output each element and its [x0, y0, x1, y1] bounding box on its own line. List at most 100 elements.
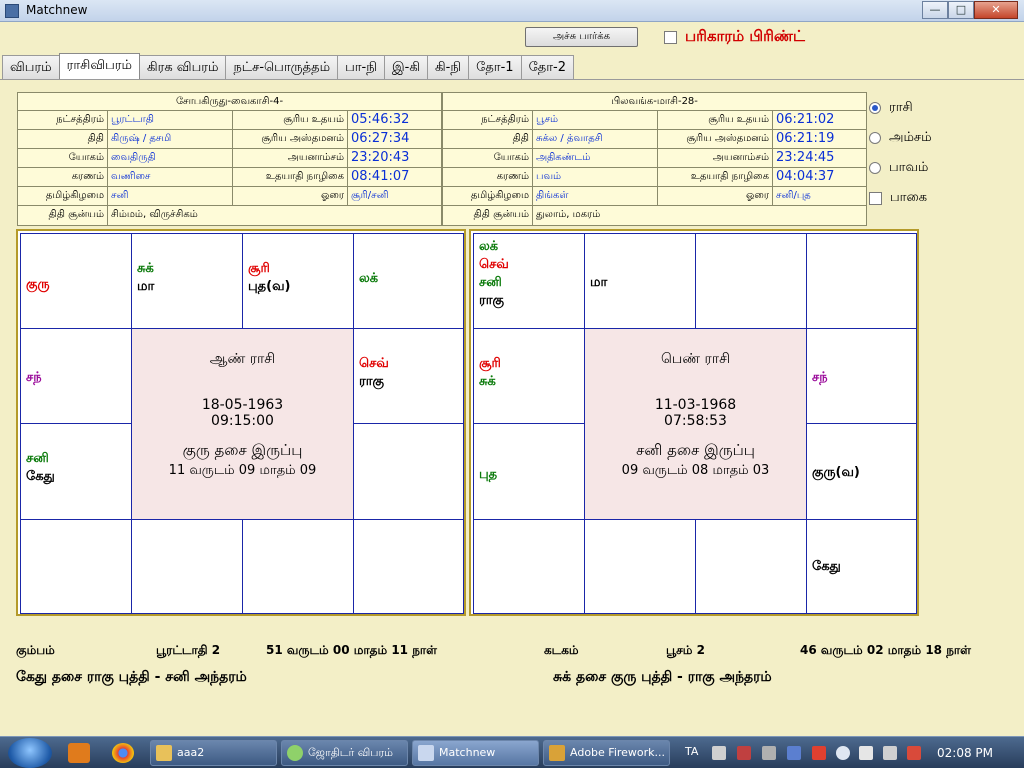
house-cell — [695, 233, 807, 329]
ayanamsam-value: 23:24:45 — [776, 150, 835, 165]
minimize-button[interactable]: — — [922, 1, 948, 19]
ayanamsam-value: 23:20:43 — [351, 150, 410, 165]
remedy-print-option[interactable]: பரிகாரம் பிரிண்ட் — [664, 27, 805, 47]
bluetooth-icon[interactable] — [787, 746, 801, 760]
tray-icon[interactable] — [762, 746, 776, 760]
tray-icon[interactable] — [712, 746, 726, 760]
table-row: யோகம் வைதிருதி அயனாம்சம் 23:20:43 — [18, 149, 441, 168]
house-cell — [584, 519, 696, 614]
planet-label: குரு(வ) — [812, 465, 860, 480]
fireworks-icon — [549, 745, 565, 761]
house-cell: குரு(வ) — [806, 423, 917, 520]
female-panchang-table: பிலவங்க-மாசி-28- நட்சத்திரம் பூசம் சூரிய… — [442, 92, 867, 226]
bhavam-option[interactable]: பாவம் — [869, 153, 932, 183]
female-star-pada: பூசம் 2 — [666, 643, 705, 657]
thithi-label: திதி — [443, 130, 533, 148]
maximize-button[interactable]: □ — [948, 1, 974, 19]
chrome-icon[interactable] — [112, 743, 134, 763]
house-cell: புத — [473, 423, 585, 520]
planet-label: சனி — [479, 275, 502, 290]
tray-icon[interactable] — [812, 746, 826, 760]
yogam-label: யோகம் — [18, 149, 108, 167]
start-button[interactable] — [8, 738, 52, 768]
dasa-balance: சனி தசை இருப்பு — [636, 441, 755, 459]
house-cell — [131, 519, 243, 614]
planet-label: சூரி — [479, 356, 501, 371]
house-cell — [806, 233, 917, 329]
planet-label: செவ் — [479, 257, 509, 272]
bhavam-label: பாவம் — [889, 160, 929, 175]
tab-tho-2[interactable]: தோ-2 — [520, 55, 575, 79]
action-center-icon[interactable] — [907, 746, 921, 760]
amsam-option[interactable]: அம்சம் — [869, 123, 932, 153]
bagai-label: பாகை — [890, 190, 928, 205]
dasa-balance: குரு தசை இருப்பு — [182, 441, 303, 459]
tab-star-match[interactable]: நட்ச-பொருத்தம் — [225, 55, 339, 79]
vlc-icon[interactable] — [68, 743, 90, 763]
tab-planet-details[interactable]: கிரக விபரம் — [138, 55, 227, 79]
sunset-label: சூரிய அஸ்தமனம் — [233, 130, 348, 148]
print-preview-button[interactable]: அச்சு பார்க்க — [525, 27, 638, 47]
table-row: நட்சத்திரம் பூரட்டாதி சூரிய உதயம் 05:46:… — [18, 111, 441, 130]
thithi-value: சுக்ல / த்வாதசி — [533, 130, 658, 148]
taskbar-item[interactable]: Adobe Firework... — [543, 740, 670, 766]
amsam-radio[interactable] — [869, 132, 881, 144]
dasa-period: 09 வருடம் 08 மாதம் 03 — [621, 463, 770, 478]
volume-icon[interactable] — [859, 746, 873, 760]
house-cell — [473, 519, 585, 614]
udayathi-value: 08:41:07 — [351, 169, 410, 184]
house-cell: சந் — [806, 328, 917, 424]
house-cell: மா — [584, 233, 696, 329]
yogam-label: யோகம் — [443, 149, 533, 167]
sunrise-value: 05:46:32 — [351, 112, 410, 127]
network-icon[interactable] — [883, 746, 897, 760]
house-cell: லக் செவ் சனி ராகு — [473, 233, 585, 329]
tab-rasi-details[interactable]: ராசிவிபரம் — [58, 53, 140, 79]
taskbar-item[interactable]: aaa2 — [150, 740, 277, 766]
house-cell: கேது — [806, 519, 917, 614]
remedy-print-checkbox[interactable] — [664, 30, 677, 44]
planet-label: குரு — [26, 277, 50, 292]
language-indicator[interactable]: TA — [685, 745, 698, 758]
window-icon — [418, 745, 434, 761]
tab-details[interactable]: விபரம் — [2, 55, 60, 79]
udayathi-label: உதயாதி நாழிகை — [658, 168, 773, 186]
table-row: நட்சத்திரம் பூசம் சூரிய உதயம் 06:21:02 — [443, 111, 866, 130]
tab-tho-1[interactable]: தோ-1 — [468, 55, 522, 79]
chart-title: ஆண் ராசி — [209, 351, 276, 367]
planet-label: லக் — [359, 271, 379, 286]
taskbar-item[interactable]: ஜோதிடர் விபரம் — [281, 740, 408, 766]
planet-label: மா — [137, 279, 155, 294]
tab-pa-ni[interactable]: பா-நி — [337, 55, 385, 79]
taskbar-item[interactable]: Matchnew — [412, 740, 539, 766]
close-button[interactable]: ✕ — [974, 1, 1018, 19]
planet-label: லக் — [479, 239, 499, 254]
karanam-label: கரணம் — [443, 168, 533, 186]
nakshatra-label: நட்சத்திரம் — [18, 111, 108, 129]
house-cell: சனி கேது — [20, 423, 132, 520]
app-icon — [5, 4, 19, 18]
udayathi-label: உதயாதி நாழிகை — [233, 168, 348, 186]
female-rasi-chart: லக் செவ் சனி ராகு மா சூரி சுக் சந் புத க… — [469, 229, 919, 616]
table-row: யோகம் அதிகண்டம் அயனாம்சம் 23:24:45 — [443, 149, 866, 168]
clock[interactable]: 02:08 PM — [937, 746, 993, 760]
soonyam-value: சிம்மம், விருச்சிகம் — [111, 209, 198, 220]
bhavam-radio[interactable] — [869, 162, 881, 174]
remedy-print-label: பரிகாரம் பிரிண்ட் — [685, 27, 805, 45]
ayanamsam-label: அயனாம்சம் — [233, 149, 348, 167]
tamilday-value: சனி — [108, 187, 233, 205]
birth-time: 07:58:53 — [664, 413, 727, 429]
bagai-option[interactable]: பாகை — [869, 183, 932, 213]
taskbar-item-label: ஜோதிடர் விபரம் — [308, 746, 393, 759]
rasi-option[interactable]: ராசி — [869, 93, 932, 123]
bagai-checkbox[interactable] — [869, 191, 882, 205]
window-title: Matchnew — [26, 3, 88, 17]
yogam-value: அதிகண்டம் — [533, 149, 658, 167]
tray-icon[interactable] — [737, 746, 751, 760]
tray-icon[interactable] — [836, 746, 850, 760]
rasi-radio[interactable] — [869, 102, 881, 114]
tab-ki-ni[interactable]: கி-நி — [427, 55, 470, 79]
tab-i-ki[interactable]: இ-கி — [384, 55, 428, 79]
thithi-label: திதி — [18, 130, 108, 148]
birth-time: 09:15:00 — [211, 413, 274, 429]
